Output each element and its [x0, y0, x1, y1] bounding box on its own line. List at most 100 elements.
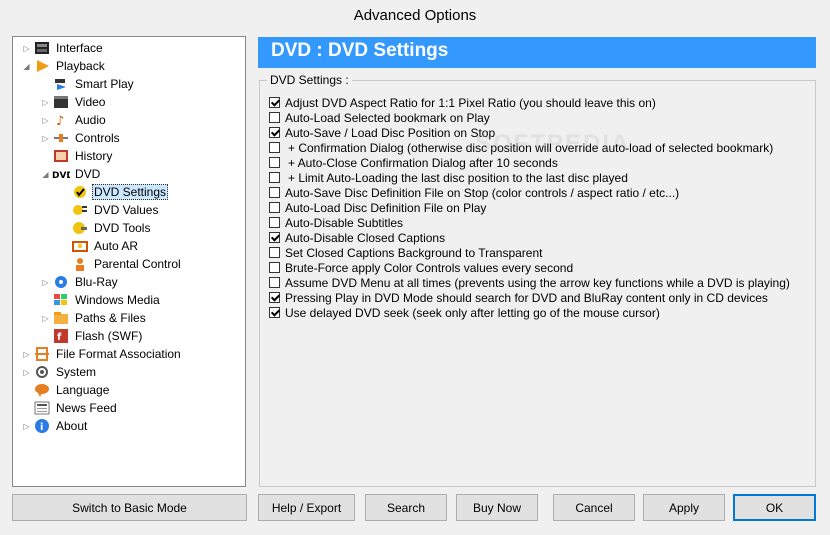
ok-button[interactable]: OK: [733, 494, 816, 521]
svg-text:♪: ♪: [56, 114, 64, 127]
window-title: Advanced Options: [353, 7, 477, 24]
option-row[interactable]: Auto-Save / Load Disc Position on Stop: [269, 125, 495, 140]
option-row[interactable]: Auto-Disable Closed Captions: [269, 230, 445, 245]
tree-item-system[interactable]: ▷ System: [22, 363, 98, 381]
option-row[interactable]: Auto-Load Selected bookmark on Play: [269, 110, 490, 125]
file-format-icon: [33, 346, 51, 362]
tree-item-label: Windows Media: [75, 293, 160, 307]
tree-item-label: DVD Settings: [92, 184, 169, 200]
svg-text:i: i: [40, 422, 43, 433]
tree-item-video[interactable]: ▷ Video: [41, 93, 107, 111]
options-tree[interactable]: ▷ Interface ◢ Playback Smart Play ▷ Video ▷ ♪ Aud…: [12, 36, 246, 487]
option-checkbox[interactable]: [269, 292, 280, 303]
tree-item-dvd-settings[interactable]: DVD Settings: [60, 183, 169, 201]
about-icon: i: [33, 418, 51, 434]
apply-button[interactable]: Apply: [643, 494, 725, 521]
tree-item-paths-files[interactable]: ▷ Paths & Files: [41, 309, 148, 327]
tree-item-controls[interactable]: ▷ Controls: [41, 129, 122, 147]
option-checkbox[interactable]: [269, 202, 280, 213]
tree-item-news-feed[interactable]: News Feed: [22, 399, 119, 417]
option-checkbox[interactable]: [269, 307, 280, 318]
tree-item-windows-media[interactable]: Windows Media: [41, 291, 162, 309]
tree-item-auto-ar[interactable]: Auto AR: [60, 237, 140, 255]
help-export-button[interactable]: Help / Export: [258, 494, 355, 521]
collapse-arrow-icon[interactable]: ◢: [41, 165, 50, 183]
tree-item-about[interactable]: ▷ i About: [22, 417, 89, 435]
tree-item-dvd[interactable]: ◢DVDDVD: [41, 165, 102, 183]
option-checkbox[interactable]: [269, 112, 280, 123]
tree-item-smart-play[interactable]: Smart Play: [41, 75, 136, 93]
option-label: Auto-Save / Load Disc Position on Stop: [285, 125, 496, 140]
option-row[interactable]: Auto-Disable Subtitles: [269, 215, 403, 230]
option-checkbox[interactable]: [269, 232, 280, 243]
buy-now-button[interactable]: Buy Now: [456, 494, 538, 521]
tree-item-language[interactable]: Language: [22, 381, 111, 399]
section-title: DVD : DVD Settings: [271, 40, 449, 61]
option-row[interactable]: Set Closed Captions Background to Transp…: [269, 245, 542, 260]
tree-item-parental-control[interactable]: Parental Control: [60, 255, 183, 273]
option-row[interactable]: + Limit Auto-Loading the last disc posit…: [269, 170, 628, 185]
tree-item-label: History: [75, 149, 113, 163]
expand-arrow-icon[interactable]: ▷: [41, 111, 50, 129]
tree-item-audio[interactable]: ▷ ♪ Audio: [41, 111, 108, 129]
option-checkbox[interactable]: [269, 277, 280, 288]
switch-basic-mode-button[interactable]: Switch to Basic Mode: [12, 494, 247, 521]
tree-item-label: Controls: [75, 131, 120, 145]
option-checkbox[interactable]: [269, 97, 280, 108]
expand-arrow-icon[interactable]: ▷: [41, 129, 50, 147]
cancel-button[interactable]: Cancel: [553, 494, 635, 521]
option-label: Pressing Play in DVD Mode should search …: [285, 290, 768, 305]
option-row[interactable]: Assume DVD Menu at all times (prevents u…: [269, 275, 790, 290]
language-icon: [33, 382, 51, 398]
dvd-icon: DVD: [52, 166, 70, 182]
option-checkbox[interactable]: [269, 247, 280, 258]
tree-item-playback[interactable]: ◢ Playback: [22, 57, 107, 75]
search-button[interactable]: Search: [365, 494, 447, 521]
option-checkbox[interactable]: [269, 172, 280, 183]
tree-item-dvd-values[interactable]: DVD Values: [60, 201, 160, 219]
video-icon: [52, 94, 70, 110]
option-row[interactable]: Brute-Force apply Color Controls values …: [269, 260, 573, 275]
news-feed-icon: [33, 400, 51, 416]
tree-item-label: Playback: [56, 59, 105, 73]
option-checkbox[interactable]: [269, 157, 280, 168]
option-row[interactable]: Use delayed DVD seek (seek only after le…: [269, 305, 660, 320]
tree-item-flash[interactable]: f Flash (SWF): [41, 327, 144, 345]
dvd-values-icon: [71, 202, 89, 218]
expand-arrow-icon[interactable]: ▷: [41, 273, 50, 291]
expand-arrow-icon[interactable]: ▷: [22, 363, 31, 381]
expand-arrow-icon[interactable]: ▷: [22, 417, 31, 435]
tree-item-label: DVD: [75, 167, 101, 181]
tree-item-label: Blu-Ray: [75, 275, 118, 289]
option-label: Auto-Load Disc Definition File on Play: [285, 200, 487, 215]
option-row[interactable]: Auto-Load Disc Definition File on Play: [269, 200, 486, 215]
option-checkbox[interactable]: [269, 127, 280, 138]
option-checkbox[interactable]: [269, 142, 280, 153]
option-checkbox[interactable]: [269, 217, 280, 228]
option-checkbox[interactable]: [269, 262, 280, 273]
option-row[interactable]: Auto-Save Disc Definition File on Stop (…: [269, 185, 679, 200]
option-row[interactable]: Adjust DVD Aspect Ratio for 1:1 Pixel Ra…: [269, 95, 656, 110]
expand-arrow-icon[interactable]: ▷: [22, 345, 31, 363]
tree-item-blu-ray[interactable]: ▷ Blu-Ray: [41, 273, 120, 291]
tree-item-file-format[interactable]: ▷ File Format Association: [22, 345, 183, 363]
smart-play-icon: [52, 76, 70, 92]
audio-icon: ♪: [52, 112, 70, 128]
tree-item-history[interactable]: History: [41, 147, 114, 165]
collapse-arrow-icon[interactable]: ◢: [22, 57, 31, 75]
expand-arrow-icon[interactable]: ▷: [22, 39, 31, 57]
tree-item-label: Paths & Files: [75, 311, 146, 325]
tree-item-interface[interactable]: ▷ Interface: [22, 39, 105, 57]
expand-arrow-icon[interactable]: ▷: [41, 93, 50, 111]
tree-item-dvd-tools[interactable]: DVD Tools: [60, 219, 152, 237]
controls-icon: [52, 130, 70, 146]
expand-arrow-icon[interactable]: ▷: [41, 309, 50, 327]
option-checkbox[interactable]: [269, 187, 280, 198]
option-row[interactable]: Pressing Play in DVD Mode should search …: [269, 290, 768, 305]
